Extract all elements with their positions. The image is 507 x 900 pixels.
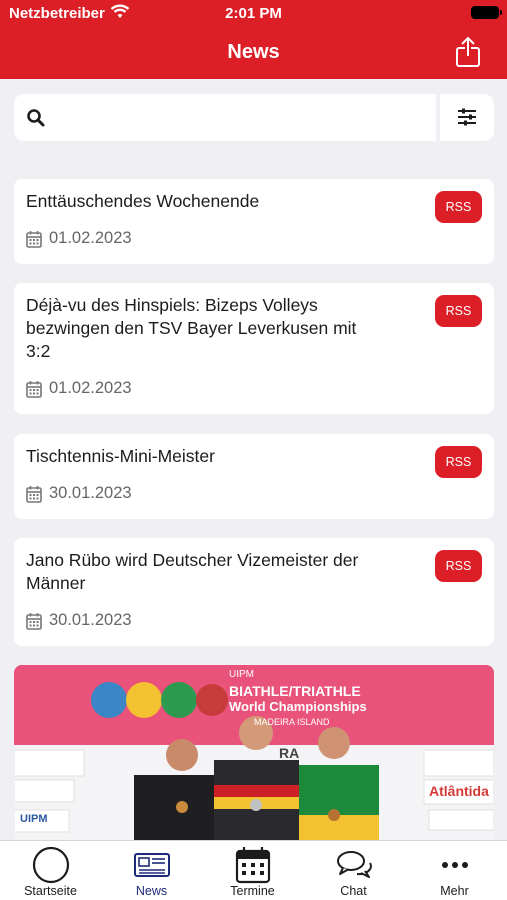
tab-termine[interactable]: Termine bbox=[202, 841, 303, 900]
tab-chat[interactable]: Chat bbox=[303, 841, 404, 900]
news-title: Jano Rübo wird Deutscher Vizemeister der… bbox=[26, 550, 359, 593]
tab-label: Startseite bbox=[24, 884, 77, 898]
share-icon[interactable] bbox=[453, 36, 483, 68]
battery-icon bbox=[471, 6, 502, 19]
news-date: 01.02.2023 bbox=[49, 379, 132, 397]
tab-news[interactable]: News bbox=[101, 841, 202, 900]
sliders-icon bbox=[458, 108, 476, 126]
calendar-icon bbox=[26, 613, 42, 630]
app-header: Netzbetreiber 2:01 PM News bbox=[0, 0, 507, 79]
sponsor-logo: UIPM bbox=[20, 813, 48, 825]
tab-label: Mehr bbox=[440, 884, 469, 898]
news-card[interactable]: Déjà-vu des Hinspiels: Bizeps Volleys be… bbox=[14, 283, 494, 414]
status-time: 2:01 PM bbox=[225, 5, 282, 22]
more-dots-icon bbox=[442, 862, 468, 868]
home-circle-icon bbox=[32, 846, 70, 884]
search-icon bbox=[27, 109, 45, 127]
search-bar[interactable] bbox=[14, 94, 436, 141]
sponsor-logo: Atlântida bbox=[429, 783, 489, 799]
calendar-icon bbox=[235, 847, 271, 884]
rss-badge: RSS bbox=[435, 446, 482, 478]
news-title: Déjà-vu des Hinspiels: Bizeps Volleys be… bbox=[26, 295, 357, 361]
tab-label: Termine bbox=[230, 884, 275, 898]
banner-sport: BIATHLE/TRIATHLE bbox=[229, 683, 361, 699]
rss-badge: RSS bbox=[435, 295, 482, 327]
news-date: 01.02.2023 bbox=[49, 229, 132, 247]
chat-bubbles-icon bbox=[337, 851, 372, 878]
rss-badge: RSS bbox=[435, 191, 482, 223]
news-image-card[interactable]: BIATHLE/TRIATHLE World Championships UIP… bbox=[14, 665, 494, 845]
status-bar: Netzbetreiber 2:01 PM bbox=[0, 0, 507, 28]
tab-startseite[interactable]: Startseite bbox=[0, 841, 101, 900]
calendar-icon bbox=[26, 231, 42, 248]
news-card[interactable]: Tischtennis-Mini-Meister RSS 30.01.2023 bbox=[14, 434, 494, 519]
tab-mehr[interactable]: Mehr bbox=[404, 841, 505, 900]
tab-label: Chat bbox=[340, 884, 367, 898]
tab-bar: Startseite News Termine Chat Mehr bbox=[0, 840, 507, 900]
banner-org: UIPM bbox=[229, 669, 254, 680]
calendar-icon bbox=[26, 381, 42, 398]
filter-button[interactable] bbox=[440, 94, 494, 141]
news-card[interactable]: Jano Rübo wird Deutscher Vizemeister der… bbox=[14, 538, 494, 646]
news-title: Tischtennis-Mini-Meister bbox=[26, 446, 215, 466]
news-date: 30.01.2023 bbox=[49, 611, 132, 629]
sponsor-logo: RA bbox=[279, 745, 300, 761]
newspaper-icon bbox=[134, 853, 170, 877]
tab-label: News bbox=[135, 884, 168, 898]
banner-event: World Championships bbox=[229, 699, 367, 714]
page-title: News bbox=[227, 41, 280, 63]
banner-location: MADEIRA ISLAND bbox=[254, 717, 330, 727]
news-title: Enttäuschendes Wochenende bbox=[26, 191, 260, 211]
news-date: 30.01.2023 bbox=[49, 484, 132, 502]
calendar-icon bbox=[26, 486, 42, 503]
rss-badge: RSS bbox=[435, 550, 482, 582]
search-input[interactable] bbox=[60, 102, 430, 132]
news-card[interactable]: Enttäuschendes Wochenende RSS 01.02.2023 bbox=[14, 179, 494, 264]
